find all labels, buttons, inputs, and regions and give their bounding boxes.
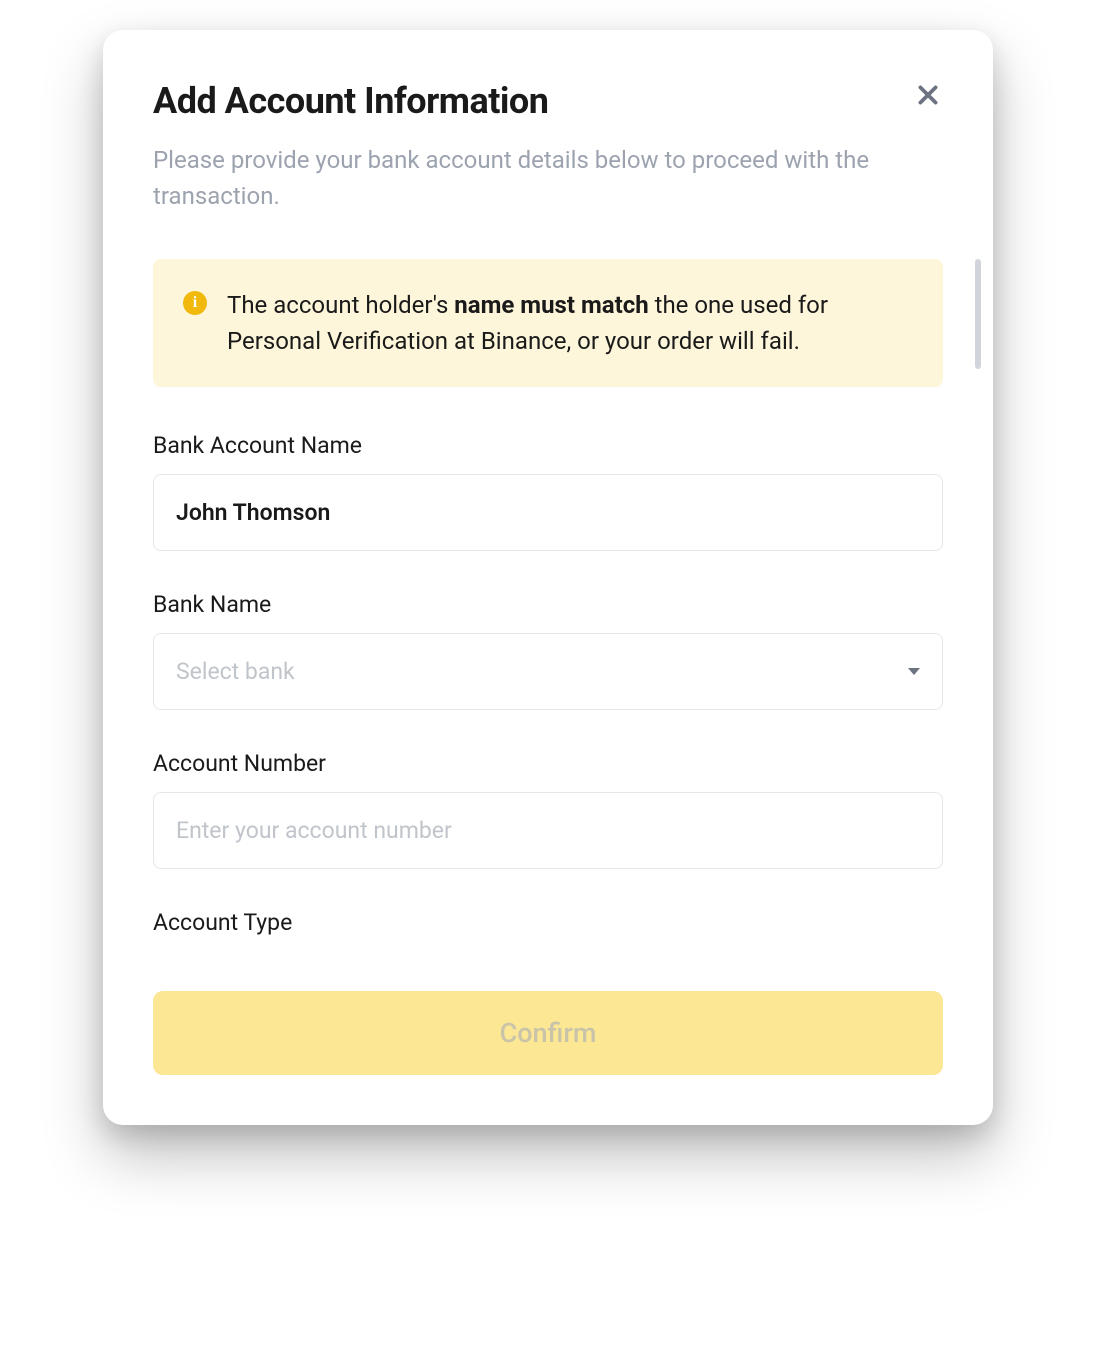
modal-title: Add Account Information [153, 80, 548, 122]
warning-banner: i The account holder's name must match t… [153, 259, 943, 387]
close-button[interactable] [913, 80, 943, 110]
warning-bold: name must match [454, 291, 648, 319]
bank-account-name-group: Bank Account Name [153, 432, 943, 551]
account-type-label: Account Type [153, 909, 943, 936]
chevron-down-icon [908, 668, 920, 675]
add-account-modal: Add Account Information Please provide y… [103, 30, 993, 1125]
bank-name-group: Bank Name Select bank [153, 591, 943, 710]
confirm-button[interactable]: Confirm [153, 991, 943, 1075]
scrollbar-thumb[interactable] [975, 259, 981, 369]
account-number-label: Account Number [153, 750, 943, 777]
bank-account-name-label: Bank Account Name [153, 432, 943, 459]
info-icon: i [183, 291, 207, 315]
account-number-input[interactable] [153, 792, 943, 869]
account-number-group: Account Number [153, 750, 943, 869]
account-type-group: Account Type [153, 909, 943, 936]
bank-name-select[interactable]: Select bank [153, 633, 943, 710]
modal-subtitle: Please provide your bank account details… [153, 142, 943, 214]
bank-name-label: Bank Name [153, 591, 943, 618]
bank-account-name-input[interactable] [153, 474, 943, 551]
modal-header: Add Account Information [153, 80, 943, 122]
warning-text: The account holder's name must match the… [227, 287, 913, 359]
warning-prefix: The account holder's [227, 291, 454, 319]
bank-name-placeholder: Select bank [176, 658, 295, 685]
close-icon [915, 82, 941, 108]
form-scroll-area: i The account holder's name must match t… [153, 259, 943, 951]
